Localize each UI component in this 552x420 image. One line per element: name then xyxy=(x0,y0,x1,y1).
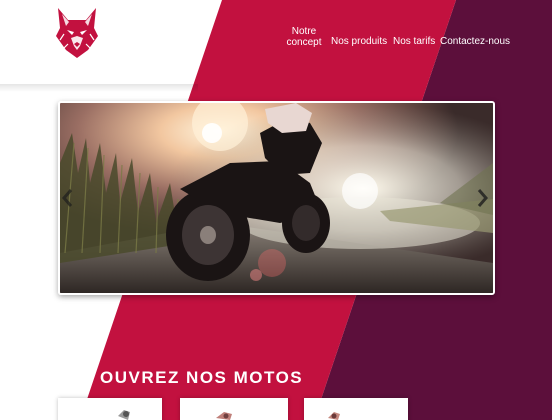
wolf-head-icon[interactable] xyxy=(52,6,102,60)
nav-item-products[interactable]: Nos produits xyxy=(331,36,387,47)
product-card[interactable] xyxy=(58,398,162,420)
product-card[interactable] xyxy=(304,398,408,420)
product-card[interactable] xyxy=(180,398,288,420)
main-navigation: Notre concept Nos produits Nos tarifs Co… xyxy=(280,26,552,66)
motorcycle-photo xyxy=(60,103,493,293)
hero-slider[interactable] xyxy=(58,101,495,295)
site-header: Notre concept Nos produits Nos tarifs Co… xyxy=(0,0,552,84)
nav-item-concept[interactable]: Notre concept xyxy=(280,26,328,48)
motorcycle-thumbnail xyxy=(304,398,408,420)
nav-item-tarifs[interactable]: Nos tarifs xyxy=(393,36,435,47)
section-title-text: OUVREZ NOS MOTOS xyxy=(100,368,304,387)
section-title: OUVREZ NOS MOTOS xyxy=(0,366,400,390)
motorcycle-thumbnail xyxy=(180,398,288,420)
chevron-right-icon[interactable] xyxy=(474,187,490,209)
motorcycle-thumbnail xyxy=(58,398,162,420)
nav-item-contact[interactable]: Contactez-nous xyxy=(440,36,510,47)
chevron-left-icon[interactable] xyxy=(60,187,76,209)
